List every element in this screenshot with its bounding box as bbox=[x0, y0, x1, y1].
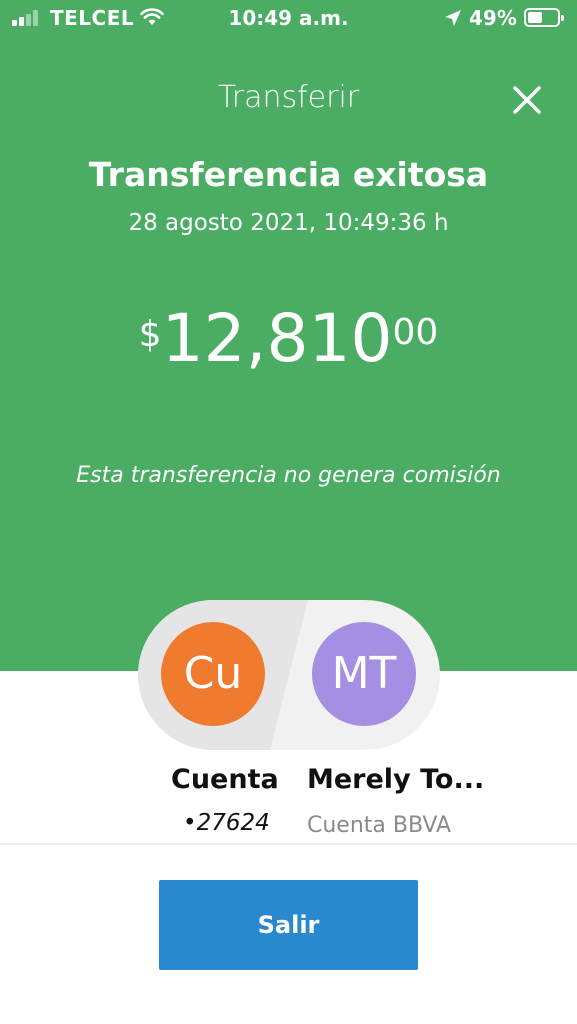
amount-currency: $ bbox=[138, 314, 162, 355]
from-account-avatar: Cu bbox=[161, 622, 265, 726]
exit-button[interactable]: Salir bbox=[159, 880, 418, 970]
location-arrow-icon bbox=[445, 10, 461, 26]
transfer-amount: $12,81000 bbox=[0, 300, 577, 377]
status-bar: TELCEL 10:49 a.m. 49% bbox=[0, 0, 577, 38]
to-account-bank: Cuenta BBVA bbox=[307, 813, 452, 838]
battery-percentage: 49% bbox=[469, 6, 517, 30]
to-account-name: Merely To... bbox=[307, 764, 485, 795]
accounts-pill: Cu MT bbox=[138, 600, 440, 750]
commission-note: Esta transferencia no genera comisión bbox=[76, 463, 501, 488]
close-icon[interactable] bbox=[509, 82, 545, 118]
success-title: Transferencia exitosa bbox=[88, 155, 489, 194]
to-account-avatar: MT bbox=[312, 622, 416, 726]
battery-icon bbox=[524, 8, 564, 27]
page-title: Transferir bbox=[217, 80, 360, 115]
transfer-datetime: 28 agosto 2021, 10:49:36 h bbox=[128, 210, 449, 236]
from-account-number: •27624 bbox=[183, 810, 270, 836]
amount-decimals: 00 bbox=[392, 312, 439, 353]
amount-integer: 12,810 bbox=[161, 300, 393, 377]
from-account-name: Cuenta bbox=[171, 764, 279, 795]
divider bbox=[0, 843, 577, 845]
